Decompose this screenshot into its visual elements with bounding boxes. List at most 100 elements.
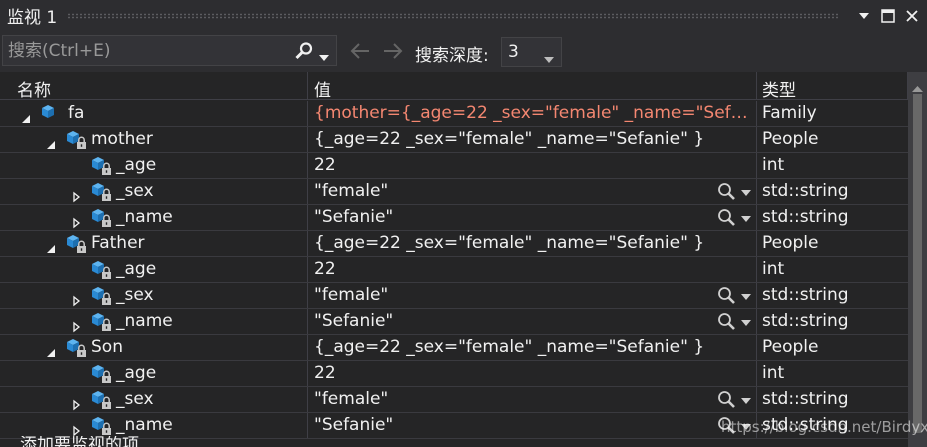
- variable-name: mother: [91, 129, 153, 149]
- collapsed-triangle-icon[interactable]: [70, 420, 82, 437]
- maximize-icon[interactable]: [876, 4, 900, 28]
- visualizer-magnifier-icon[interactable]: [717, 390, 753, 410]
- watch-row[interactable]: fa {mother={_age=22 _sex="female" _name="…: [0, 101, 908, 127]
- name-cell: _name: [0, 205, 308, 230]
- variable-name: _age: [116, 259, 157, 279]
- variable-value: "female": [314, 389, 389, 409]
- value-cell[interactable]: "Sefanie": [308, 205, 757, 230]
- private-member-icon: [65, 234, 87, 254]
- private-member-icon: [90, 390, 112, 410]
- variable-value: {_age=22 _sex="female" _name="Sefanie" }: [314, 233, 705, 253]
- titlebar-drag-grip[interactable]: [67, 12, 840, 19]
- watch-grid: 名称 值 类型 fa {mother={_age=22 _sex="female"…: [0, 72, 927, 447]
- variable-value: {mother={_age=22 _sex="female" _name="Se…: [314, 103, 754, 123]
- variable-name: fa: [68, 103, 85, 123]
- visualizer-magnifier-icon[interactable]: [717, 182, 753, 202]
- collapsed-triangle-icon[interactable]: [70, 186, 82, 203]
- watch-row[interactable]: _sex "female" std::string: [0, 387, 908, 413]
- search-input[interactable]: [3, 36, 288, 65]
- expanded-triangle-icon[interactable]: [45, 134, 57, 149]
- search-depth-select[interactable]: 3: [501, 37, 562, 67]
- variable-name: Father: [91, 233, 145, 253]
- vertical-scrollbar[interactable]: [908, 72, 927, 447]
- collapsed-triangle-icon[interactable]: [70, 316, 82, 333]
- window-title: 监视 1: [7, 8, 58, 28]
- search-previous-arrow-icon[interactable]: [348, 41, 372, 61]
- value-cell[interactable]: 22: [308, 257, 757, 282]
- variable-value: {_age=22 _sex="female" _name="Sefanie" }: [314, 337, 705, 357]
- collapsed-triangle-icon[interactable]: [70, 394, 82, 411]
- search-depth-label: 搜索深度:: [415, 46, 489, 66]
- name-cell: _age: [0, 257, 308, 282]
- scroll-up-arrow-icon[interactable]: [912, 78, 923, 92]
- watch-row[interactable]: Father {_age=22 _sex="female" _name="Sefa…: [0, 231, 908, 257]
- tool-window-titlebar: 监视 1: [0, 0, 927, 31]
- scrollbar-thumb[interactable]: [913, 94, 922, 433]
- name-cell: _name: [0, 309, 308, 334]
- variable-value: "Sefanie": [314, 311, 394, 331]
- watch-row[interactable]: _name "Sefanie" std::string: [0, 309, 908, 335]
- watch-row[interactable]: _age 22 int: [0, 257, 908, 283]
- close-icon[interactable]: [900, 4, 924, 28]
- variable-value: 22: [314, 363, 336, 383]
- value-cell[interactable]: "female": [308, 179, 757, 204]
- column-header-type[interactable]: 类型: [757, 72, 908, 101]
- value-cell[interactable]: 22: [308, 153, 757, 178]
- value-cell[interactable]: "female": [308, 283, 757, 308]
- search-next-arrow-icon[interactable]: [381, 41, 405, 61]
- variable-value: "female": [314, 181, 389, 201]
- value-cell[interactable]: "Sefanie": [308, 309, 757, 334]
- watch-row[interactable]: Son {_age=22 _sex="female" _name="Sefanie…: [0, 335, 908, 361]
- variable-name: _name: [116, 207, 173, 227]
- search-options-chevron-down-icon[interactable]: [319, 47, 329, 61]
- type-cell: People: [762, 233, 819, 253]
- private-member-icon: [90, 286, 112, 306]
- visualizer-magnifier-icon[interactable]: [717, 208, 753, 228]
- name-cell: _name: [0, 413, 308, 438]
- visualizer-magnifier-icon[interactable]: [717, 312, 753, 332]
- type-cell: People: [762, 337, 819, 357]
- watch-row[interactable]: _name "Sefanie" std::string: [0, 205, 908, 231]
- add-watch-row[interactable]: 添加要监视的项: [0, 436, 908, 447]
- window-position-dropdown-icon[interactable]: [852, 4, 876, 28]
- value-cell[interactable]: "female": [308, 387, 757, 412]
- column-header-name[interactable]: 名称: [10, 72, 308, 101]
- type-cell: std::string: [762, 311, 849, 331]
- value-cell[interactable]: {_age=22 _sex="female" _name="Sefanie" }: [308, 335, 757, 360]
- type-cell: People: [762, 129, 819, 149]
- watch-row[interactable]: _age 22 int: [0, 153, 908, 179]
- watch-row[interactable]: mother {_age=22 _sex="female" _name="Sefa…: [0, 127, 908, 153]
- variable-name: _sex: [116, 181, 154, 201]
- private-member-icon: [90, 156, 112, 176]
- private-member-icon: [65, 338, 87, 358]
- expanded-triangle-icon[interactable]: [45, 238, 57, 253]
- watch-row[interactable]: _sex "female" std::string: [0, 179, 908, 205]
- watch-row[interactable]: _age 22 int: [0, 361, 908, 387]
- column-header-value[interactable]: 值: [308, 72, 757, 101]
- variable-name: _name: [116, 311, 173, 331]
- value-cell[interactable]: {_age=22 _sex="female" _name="Sefanie" }: [308, 231, 757, 256]
- visualizer-magnifier-icon[interactable]: [717, 286, 753, 306]
- value-cell[interactable]: "Sefanie": [308, 413, 757, 438]
- value-cell[interactable]: 22: [308, 361, 757, 386]
- private-member-icon: [90, 312, 112, 332]
- type-cell: std::string: [762, 207, 849, 227]
- search-box: [2, 35, 337, 66]
- name-cell: Father: [0, 231, 308, 256]
- expanded-triangle-icon[interactable]: [20, 108, 32, 123]
- private-member-icon: [90, 364, 112, 384]
- collapsed-triangle-icon[interactable]: [70, 212, 82, 229]
- search-icon[interactable]: [294, 41, 314, 61]
- private-member-icon: [65, 130, 87, 150]
- type-cell: std::string: [762, 285, 849, 305]
- value-cell[interactable]: {_age=22 _sex="female" _name="Sefanie" }: [308, 127, 757, 152]
- column-header-row: 名称 值 类型: [0, 72, 927, 101]
- type-cell: int: [762, 259, 785, 279]
- watch-row[interactable]: _sex "female" std::string: [0, 283, 908, 309]
- name-cell: Son: [0, 335, 308, 360]
- collapsed-triangle-icon[interactable]: [70, 290, 82, 307]
- private-member-icon: [90, 182, 112, 202]
- expanded-triangle-icon[interactable]: [45, 342, 57, 357]
- name-cell: mother: [0, 127, 308, 152]
- value-cell[interactable]: {mother={_age=22 _sex="female" _name="Se…: [308, 101, 757, 126]
